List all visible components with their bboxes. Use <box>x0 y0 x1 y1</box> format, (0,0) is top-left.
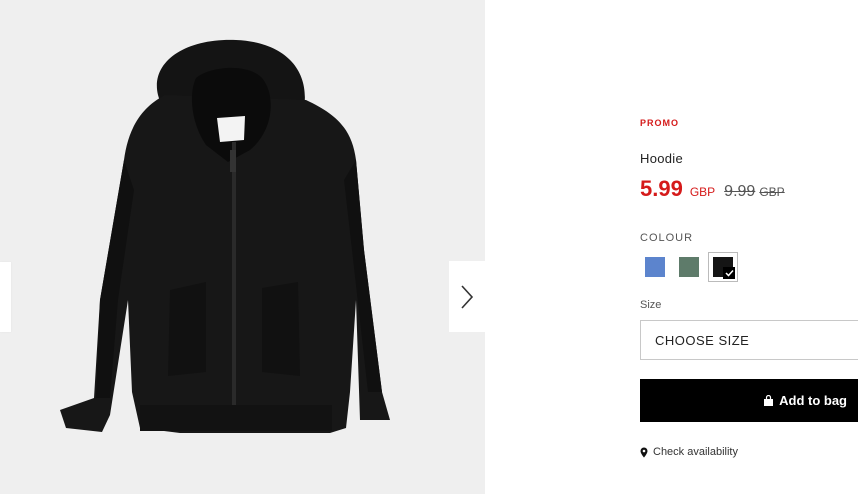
chevron-right-icon <box>461 284 474 309</box>
price-block: 5.99 GBP 9.99 GBP <box>640 176 785 202</box>
sale-price: 5.99 <box>640 176 683 201</box>
colour-swatch-blue[interactable] <box>645 257 665 277</box>
add-to-bag-label: Add to bag <box>779 393 847 408</box>
check-availability-label: Check availability <box>653 446 738 458</box>
next-image-button[interactable] <box>449 261 485 332</box>
product-title: Hoodie <box>640 151 683 166</box>
add-to-bag-button[interactable]: Add to bag <box>640 379 858 422</box>
location-pin-icon <box>640 447 648 458</box>
check-availability-link[interactable]: Check availability <box>640 446 738 458</box>
product-info: PROMO Hoodie 5.99 GBP 9.99 GBP COLOUR Si… <box>640 0 858 494</box>
sale-price-currency: GBP <box>689 185 716 199</box>
check-icon <box>724 269 734 277</box>
original-price: 9.99 <box>724 183 756 200</box>
size-select[interactable]: CHOOSE SIZE <box>640 320 858 360</box>
original-price-currency: GBP <box>759 185 785 199</box>
previous-image-button[interactable] <box>0 262 11 332</box>
bag-icon <box>763 394 774 407</box>
product-gallery <box>0 0 485 494</box>
product-image <box>60 39 390 433</box>
colour-swatch-green[interactable] <box>679 257 699 277</box>
promo-badge: PROMO <box>640 118 680 128</box>
size-label: Size <box>640 299 662 311</box>
colour-swatch-black[interactable] <box>708 252 738 282</box>
selected-check-badge <box>723 267 735 279</box>
colour-label: COLOUR <box>640 232 694 244</box>
